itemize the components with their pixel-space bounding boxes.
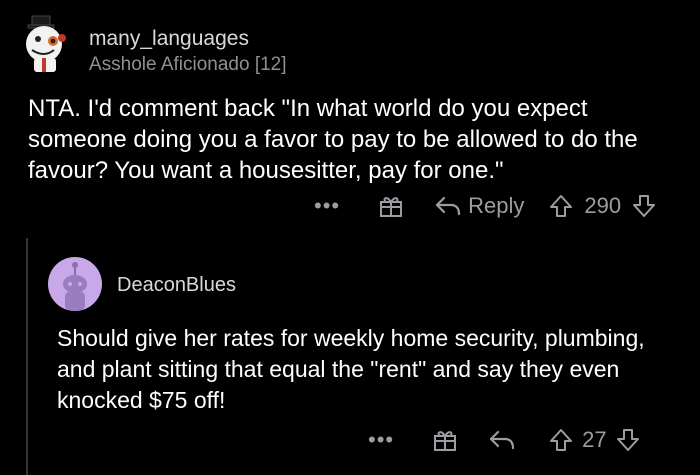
reply-downvote-button[interactable] (615, 427, 641, 453)
comment-username[interactable]: many_languages (89, 27, 249, 51)
reply-vote-score: 27 (582, 427, 607, 452)
reply-arrow-icon (490, 430, 515, 450)
reply-actions: ••• 27 (368, 424, 641, 456)
downvote-button[interactable] (631, 193, 657, 219)
reddit-alien-avatar-icon[interactable] (48, 257, 102, 311)
reply-reply-button[interactable] (488, 428, 516, 452)
upvote-arrow-icon (550, 429, 573, 451)
snowman-avatar-icon[interactable] (20, 14, 72, 74)
downvote-arrow-icon (633, 195, 656, 217)
gift-icon (380, 197, 403, 217)
more-options-button[interactable]: ••• (314, 193, 340, 219)
reply-username[interactable]: DeaconBlues (117, 274, 236, 297)
gift-icon (434, 431, 457, 451)
comment-actions: ••• Reply 290 (314, 190, 657, 222)
reply-button[interactable]: Reply (434, 193, 524, 219)
upvote-button[interactable] (548, 193, 574, 219)
downvote-arrow-icon (616, 429, 639, 451)
reply-more-options-button[interactable]: ••• (368, 427, 394, 453)
vote-score: 290 (584, 193, 622, 218)
reply-upvote-button[interactable] (548, 427, 574, 453)
reply-award-button[interactable] (432, 427, 458, 453)
reply-body: Should give her rates for weekly home se… (57, 325, 645, 413)
user-flair: Asshole Aficionado [12] (89, 54, 287, 75)
comment-body: NTA. I'd comment back "In what world do … (28, 95, 638, 184)
award-button[interactable] (378, 193, 404, 219)
upvote-arrow-icon (550, 195, 573, 217)
thread-line[interactable] (26, 238, 28, 475)
reply-arrow-icon (436, 196, 461, 216)
reply-label: Reply (468, 193, 525, 218)
